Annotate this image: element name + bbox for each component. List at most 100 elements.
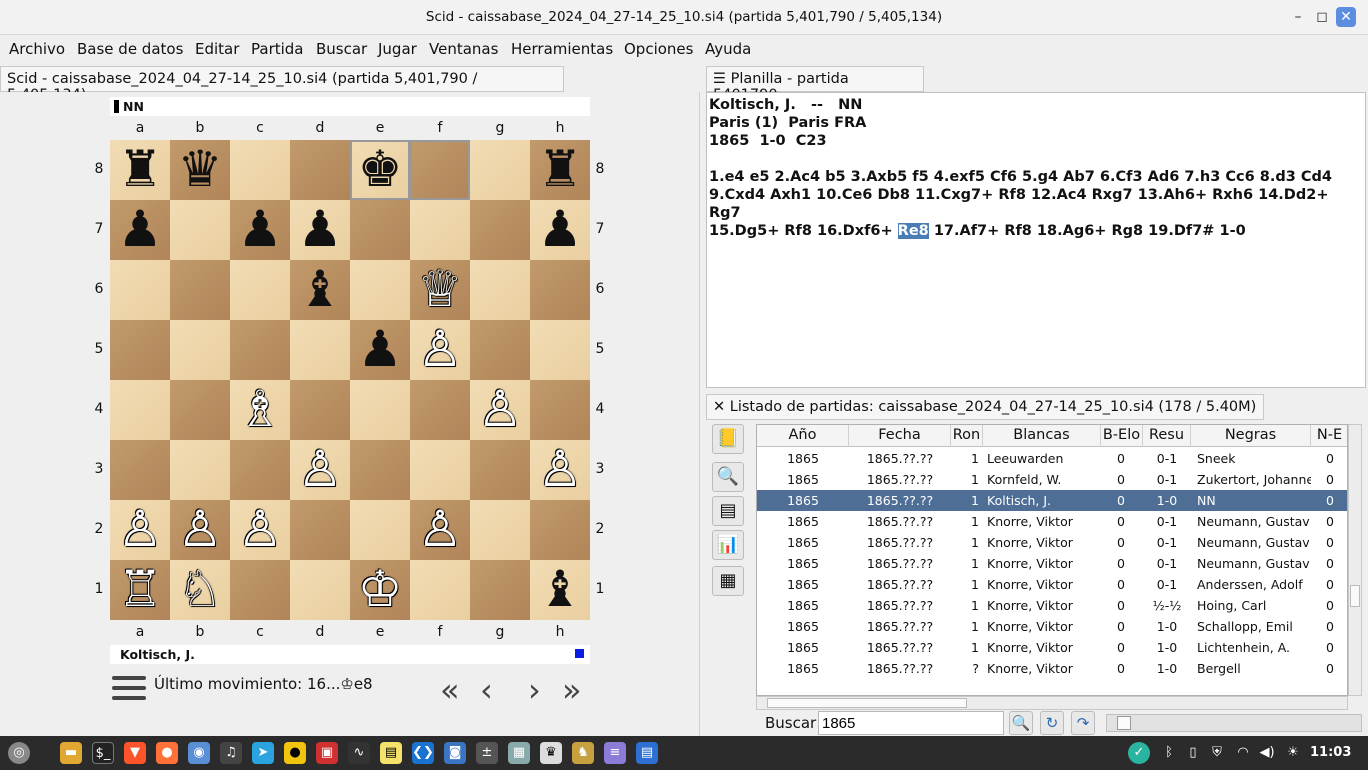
piece-b8[interactable]: ♛ — [178, 140, 223, 198]
text-editor-icon[interactable]: ≡ — [604, 742, 626, 764]
moves-line-2[interactable]: 9.Cxd4 Axh1 10.Ce6 Db8 11.Cxg7+ Rf8 12.A… — [709, 186, 1363, 222]
files-icon[interactable]: ▬ — [60, 742, 82, 764]
calculator-icon[interactable]: ± — [476, 742, 498, 764]
square-b8[interactable]: ♛ — [170, 140, 230, 200]
square-d4[interactable] — [290, 380, 350, 440]
square-d5[interactable] — [290, 320, 350, 380]
book-icon[interactable]: 📒 — [712, 424, 744, 454]
square-g6[interactable] — [470, 260, 530, 320]
square-g2[interactable] — [470, 500, 530, 560]
hscroll-thumb[interactable] — [767, 698, 967, 708]
col-date[interactable]: Fecha — [849, 425, 951, 447]
layout-icon[interactable]: ▤ — [712, 496, 744, 526]
current-move[interactable]: Re8 — [897, 223, 929, 239]
start-menu-icon[interactable]: ◎ — [8, 742, 30, 764]
square-f6[interactable]: ♕ — [410, 260, 470, 320]
writer-icon[interactable]: ▤ — [636, 742, 658, 764]
square-b1[interactable]: ♘ — [170, 560, 230, 620]
refresh-icon[interactable]: ↻ — [1040, 711, 1064, 735]
square-f1[interactable] — [410, 560, 470, 620]
square-c5[interactable] — [230, 320, 290, 380]
square-b6[interactable] — [170, 260, 230, 320]
square-f8[interactable] — [410, 140, 470, 200]
piece-d6[interactable]: ♝ — [298, 260, 343, 318]
piece-a8[interactable]: ♜ — [118, 140, 163, 198]
square-c7[interactable]: ♟ — [230, 200, 290, 260]
square-g3[interactable] — [470, 440, 530, 500]
close-icon[interactable]: ✕ — [1336, 7, 1356, 27]
square-f7[interactable] — [410, 200, 470, 260]
square-d1[interactable] — [290, 560, 350, 620]
table-vscrollbar[interactable] — [1348, 424, 1362, 696]
app-icon[interactable]: ● — [284, 742, 306, 764]
square-e4[interactable] — [350, 380, 410, 440]
camera-icon[interactable]: ◙ — [444, 742, 466, 764]
square-g7[interactable] — [470, 200, 530, 260]
square-d7[interactable]: ♟ — [290, 200, 350, 260]
col-white[interactable]: Blancas — [983, 425, 1101, 447]
music-icon[interactable]: ♫ — [220, 742, 242, 764]
square-f5[interactable]: ♙ — [410, 320, 470, 380]
piece-h7[interactable]: ♟ — [538, 200, 583, 258]
piece-b2[interactable]: ♙ — [178, 500, 223, 558]
col-white-elo[interactable]: B-Elo — [1101, 425, 1143, 447]
vscroll-thumb[interactable] — [1350, 585, 1360, 607]
square-e5[interactable]: ♟ — [350, 320, 410, 380]
piece-g4[interactable]: ♙ — [478, 380, 523, 438]
menu-jugar[interactable]: Jugar — [378, 40, 417, 58]
square-g8[interactable] — [470, 140, 530, 200]
piece-a1[interactable]: ♖ — [118, 560, 163, 618]
square-e7[interactable] — [350, 200, 410, 260]
square-h1[interactable]: ♝ — [530, 560, 590, 620]
table-row[interactable]: 1865 1865.??.?? 1 Knorre, Viktor 0 0-1 Neumann… — [757, 511, 1347, 532]
square-e3[interactable] — [350, 440, 410, 500]
zoom-search-icon[interactable]: 🔍 — [1009, 711, 1033, 735]
notes-icon[interactable]: ▤ — [380, 742, 402, 764]
redo-icon[interactable]: ↷ — [1071, 711, 1095, 735]
square-g1[interactable] — [470, 560, 530, 620]
piece-e5[interactable]: ♟ — [358, 320, 403, 378]
square-a7[interactable]: ♟ — [110, 200, 170, 260]
piece-d3[interactable]: ♙ — [298, 440, 343, 498]
square-b7[interactable] — [170, 200, 230, 260]
prev-move-button[interactable]: ‹ — [480, 670, 493, 710]
square-g4[interactable]: ♙ — [470, 380, 530, 440]
piece-h1[interactable]: ♝ — [538, 560, 583, 618]
last-move-button[interactable]: » — [562, 670, 582, 710]
table-row[interactable]: 1865 1865.??.?? 1 Knorre, Viktor 0 1-0 Lichten… — [757, 637, 1347, 658]
piece-h8[interactable]: ♜ — [538, 140, 583, 198]
shield-icon[interactable]: ⛨ — [1206, 742, 1228, 764]
volume-icon[interactable]: ◀) — [1256, 742, 1278, 764]
piece-b1[interactable]: ♘ — [178, 560, 223, 618]
update-icon[interactable]: ✓ — [1128, 742, 1150, 764]
square-h2[interactable] — [530, 500, 590, 560]
piece-c7[interactable]: ♟ — [238, 200, 283, 258]
square-h5[interactable] — [530, 320, 590, 380]
square-h3[interactable]: ♙ — [530, 440, 590, 500]
monitor-icon[interactable]: ∿ — [348, 742, 370, 764]
square-b4[interactable] — [170, 380, 230, 440]
clipboard-icon[interactable]: ▯ — [1182, 742, 1204, 764]
scid-icon[interactable]: ♞ — [572, 742, 594, 764]
close-tab-icon[interactable]: ✕ — [713, 399, 730, 415]
notation-panel[interactable]: Koltisch, J. -- NN Paris (1) Paris FRA 1… — [706, 92, 1366, 388]
square-e1[interactable]: ♔ — [350, 560, 410, 620]
app-icon-3[interactable]: ▦ — [508, 742, 530, 764]
app-icon-2[interactable]: ▣ — [316, 742, 338, 764]
square-f4[interactable] — [410, 380, 470, 440]
piece-d7[interactable]: ♟ — [298, 200, 343, 258]
table-row[interactable]: 1865 1865.??.?? 1 Knorre, Viktor 0 0-1 Anderss… — [757, 574, 1347, 595]
square-c8[interactable] — [230, 140, 290, 200]
square-e6[interactable] — [350, 260, 410, 320]
square-b5[interactable] — [170, 320, 230, 380]
piece-c4[interactable]: ♗ — [238, 380, 283, 438]
board-icon[interactable]: ▦ — [712, 566, 744, 596]
square-a1[interactable]: ♖ — [110, 560, 170, 620]
vscode-icon[interactable]: ❮❯ — [412, 742, 434, 764]
drag-handle-icon[interactable]: ☰ — [713, 71, 731, 87]
menu-archivo[interactable]: Archivo — [9, 40, 65, 58]
col-result[interactable]: Resu — [1143, 425, 1191, 447]
menu-ventanas[interactable]: Ventanas — [429, 40, 498, 58]
gamelist-tab[interactable]: ✕ Listado de partidas: caissabase_2024_0… — [706, 394, 1264, 420]
table-row[interactable]: 1865 1865.??.?? 1 Knorre, Viktor 0 0-1 Neumann… — [757, 553, 1347, 574]
